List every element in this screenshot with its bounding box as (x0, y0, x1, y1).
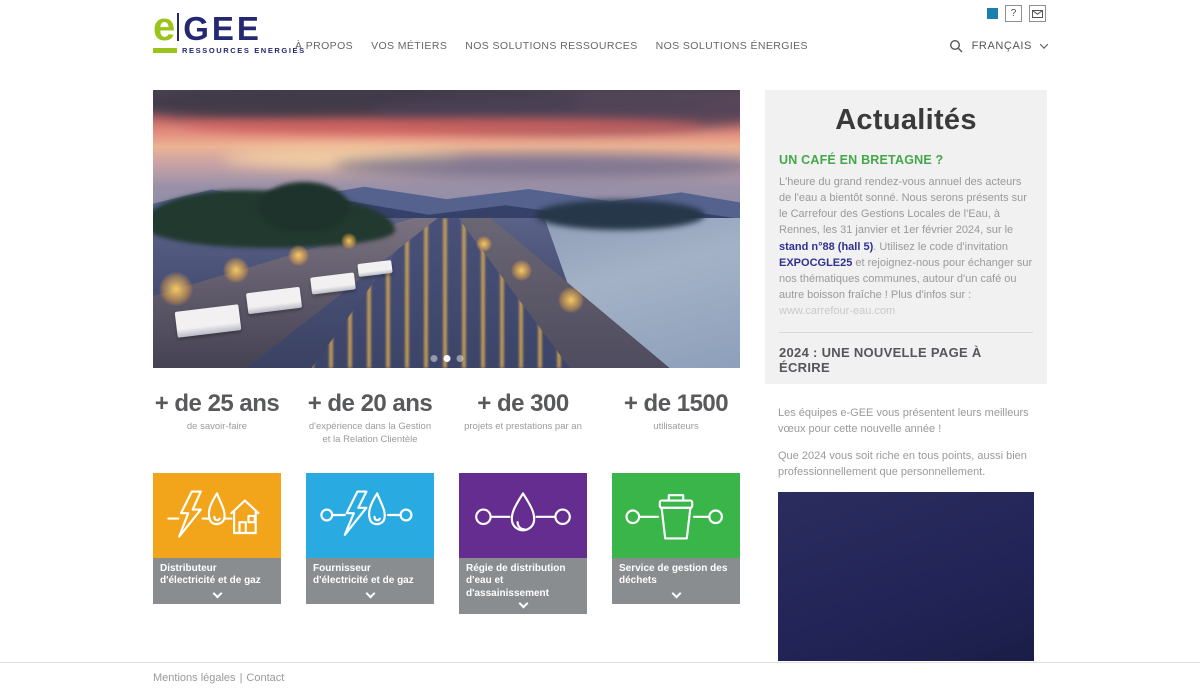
stat-users: + de 1500 utilisateurs (623, 390, 729, 432)
left-column: + de 25 ans de savoir-faire + de 20 ans … (153, 90, 740, 615)
service-tiles: Distributeur d'électricité et de gaz Fou… (153, 472, 740, 615)
news-article-bretagne: UN CAFÉ EN BRETAGNE ? L'heure du grand r… (779, 153, 1033, 319)
stat-experience-years: + de 25 ans de savoir-faire (154, 390, 280, 432)
tile-distributeur-electricite-gaz[interactable]: Distributeur d'électricité et de gaz (153, 472, 281, 615)
carousel-dot-active[interactable] (443, 355, 450, 362)
mentions-legales-link[interactable]: Mentions légales (153, 672, 236, 684)
chevron-down-icon[interactable] (212, 588, 222, 599)
logo[interactable]: e GEE RESSOURCES ENERGIES (153, 5, 306, 56)
hero-lamp-glow (475, 236, 492, 252)
carousel-dot[interactable] (456, 355, 463, 362)
site-header: e GEE RESSOURCES ENERGIES À PROPOS VOS M… (0, 0, 1200, 90)
trash-bin-circuit-icon (612, 472, 740, 558)
stat-projects: + de 300 projets et prestations par an (464, 390, 582, 432)
hero-cloud (183, 118, 703, 134)
header-utility-icons: ? (987, 5, 1046, 22)
carousel-dot[interactable] (430, 355, 437, 362)
article-content-box: Les équipes e-GEE vous présentent leurs … (765, 384, 1047, 661)
hero-ground (153, 182, 740, 368)
logo-e-mark: e (153, 5, 175, 49)
carousel-dots (430, 355, 463, 362)
help-icon[interactable]: ? (1005, 5, 1022, 22)
mail-icon[interactable] (1029, 5, 1046, 22)
hero-cloud (333, 154, 740, 178)
chevron-down-icon[interactable] (671, 588, 681, 599)
search-icon[interactable] (949, 39, 963, 53)
news-article-2024: 2024 : UNE NOUVELLE PAGE À ÉCRIRE Les éq… (765, 345, 1047, 661)
news-sidebar: Actualités UN CAFÉ EN BRETAGNE ? L'heure… (765, 90, 1047, 661)
hero-lamp-glow (511, 260, 533, 281)
language-label[interactable]: FRANÇAIS (972, 40, 1032, 52)
article-paragraph: Que 2024 vous soit riche en tous points,… (778, 450, 1027, 479)
hero-trees (534, 200, 705, 230)
carrefour-eau-link[interactable]: www.carrefour-eau.com (779, 305, 895, 317)
nav-item-a-propos[interactable]: À PROPOS (295, 40, 353, 52)
page: e GEE RESSOURCES ENERGIES À PROPOS VOS M… (0, 0, 1200, 695)
tile-fournisseur-electricite-gaz[interactable]: Fournisseur d'électricité et de gaz (306, 472, 434, 615)
tile-band: Régie de distribution d'eau et d'assaini… (459, 557, 587, 615)
logo-name: GEE (183, 10, 262, 48)
nav-item-solutions-ressources[interactable]: NOS SOLUTIONS RESSOURCES (465, 40, 637, 52)
nav-item-vos-metiers[interactable]: VOS MÉTIERS (371, 40, 447, 52)
footer-separator: | (239, 672, 243, 684)
hero-lamp-glow (158, 272, 193, 306)
stat-gestion-years: + de 20 ans d'expérience dans la Gestion… (307, 390, 433, 445)
hero-lamp-glow (340, 233, 357, 249)
main-nav: À PROPOS VOS MÉTIERS NOS SOLUTIONS RESSO… (295, 40, 808, 52)
tile-band: Fournisseur d'électricité et de gaz (306, 557, 434, 604)
water-drop-circuit-icon (459, 472, 587, 558)
site-footer: Mentions légales | Contact (0, 662, 1200, 695)
tile-band: Distributeur d'électricité et de gaz (153, 557, 281, 604)
hero-trees (258, 182, 349, 232)
lightning-flame-house-icon (153, 472, 281, 558)
contact-link[interactable]: Contact (246, 672, 284, 684)
language-selector: FRANÇAIS (949, 39, 1049, 53)
main-content: + de 25 ans de savoir-faire + de 20 ans … (0, 90, 1200, 661)
chevron-down-icon[interactable] (1039, 40, 1049, 49)
chevron-down-icon[interactable] (365, 588, 375, 599)
chevron-down-icon[interactable] (518, 598, 528, 609)
tile-band: Service de gestion des déchets (612, 557, 740, 604)
stats-row: + de 25 ans de savoir-faire + de 20 ans … (153, 390, 740, 447)
tile-regie-eau-assainissement[interactable]: Régie de distribution d'eau et d'assaini… (459, 472, 587, 615)
article-heading: 2024 : UNE NOUVELLE PAGE À ÉCRIRE (779, 345, 982, 376)
hero-lamp-glow (288, 245, 309, 266)
logo-tagline: RESSOURCES ENERGIES (182, 46, 306, 56)
article-paragraph: Les équipes e-GEE vous présentent leurs … (778, 407, 1029, 436)
tile-gestion-dechets[interactable]: Service de gestion des déchets (612, 472, 740, 615)
nav-item-solutions-energies[interactable]: NOS SOLUTIONS ÉNERGIES (656, 40, 808, 52)
hero-carousel[interactable] (153, 90, 740, 368)
sidebar-divider (779, 332, 1033, 334)
lightning-flame-circuit-icon (306, 472, 434, 558)
article-heading: UN CAFÉ EN BRETAGNE ? (779, 153, 944, 167)
hero-lamp-glow (558, 287, 585, 313)
article-body: L'heure du grand rendez-vous annuel des … (779, 176, 1033, 318)
video-player[interactable]: ▶ 0:00 / 0:15 (778, 492, 1034, 661)
logo-separator (177, 13, 180, 42)
sidebar-title: Actualités (835, 104, 977, 136)
logo-dash (153, 48, 177, 54)
blue-square-icon[interactable] (987, 8, 998, 19)
